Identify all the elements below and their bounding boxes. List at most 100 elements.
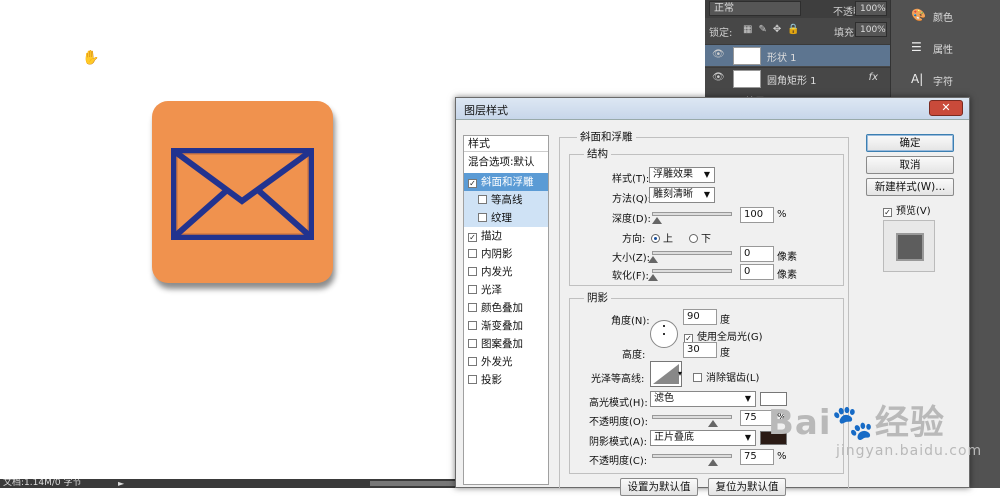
checkbox-icon[interactable]: [468, 267, 477, 276]
style-item-inner-shadow[interactable]: 内阴影: [464, 245, 548, 263]
fill-label: 填充:: [834, 28, 858, 39]
direction-down-radio[interactable]: 下: [689, 230, 711, 245]
checkbox-icon[interactable]: [468, 375, 477, 384]
blend-mode-select[interactable]: 正常: [709, 1, 801, 16]
status-bar: 文档:1.14M/0 字节 ►: [0, 479, 460, 488]
slider-knob[interactable]: [708, 420, 718, 427]
make-default-button[interactable]: 设置为默认值: [620, 478, 698, 496]
checkbox-icon[interactable]: [478, 195, 487, 204]
document-size-text: 文档:1.14M/0 字节: [3, 479, 82, 488]
style-item-inner-glow[interactable]: 内发光: [464, 263, 548, 281]
ok-button[interactable]: 确定: [866, 134, 954, 152]
highlight-mode-select[interactable]: 滤色 ▼: [650, 391, 756, 407]
style-item-label: 等高线: [491, 194, 523, 206]
style-item-drop-shadow[interactable]: 投影: [464, 371, 548, 389]
shadow-mode-select[interactable]: 正片叠底 ▼: [650, 430, 756, 446]
checkbox-icon[interactable]: ✓: [883, 208, 892, 217]
style-item-satin[interactable]: 光泽: [464, 281, 548, 299]
global-light-checkbox[interactable]: ✓ 使用全局光(G): [684, 328, 763, 343]
shadow-opacity-slider[interactable]: [652, 454, 732, 466]
fx-icon[interactable]: fx: [869, 72, 878, 83]
slider-knob[interactable]: [648, 274, 658, 281]
shadow-opacity-value: 75: [744, 451, 757, 462]
reset-default-button[interactable]: 复位为默认值: [708, 478, 786, 496]
style-item-label: 描边: [481, 230, 502, 242]
preview-checkbox[interactable]: ✓ 预览(V): [883, 202, 931, 217]
eye-icon[interactable]: 👁: [712, 49, 725, 60]
slider-knob[interactable]: [652, 217, 662, 224]
side-item-color[interactable]: 🎨 颜色: [891, 0, 1000, 30]
highlight-opacity-slider[interactable]: [652, 415, 732, 427]
altitude-input[interactable]: 30: [683, 342, 717, 358]
layer-thumbnail: [733, 47, 761, 65]
checkbox-icon[interactable]: [468, 249, 477, 258]
watermark-url: jingyan.baidu.com: [836, 443, 983, 459]
depth-slider[interactable]: [652, 212, 732, 224]
contour-dropdown-icon[interactable]: ▾: [678, 369, 682, 378]
gloss-contour-label: 光泽等高线:: [591, 374, 645, 385]
style-item-outer-glow[interactable]: 外发光: [464, 353, 548, 371]
checkbox-icon[interactable]: [468, 357, 477, 366]
checkbox-icon[interactable]: [693, 373, 702, 382]
style-item-label: 投影: [481, 374, 502, 386]
layer-row-rounded-rect[interactable]: 👁 圆角矩形 1 fx: [705, 67, 890, 89]
shadow-opacity-input[interactable]: 75: [740, 449, 774, 465]
size-slider[interactable]: [648, 251, 732, 263]
new-style-button[interactable]: 新建样式(W)...: [866, 178, 954, 196]
lock-icons[interactable]: ▦✎✥🔒: [743, 24, 806, 35]
radio-icon[interactable]: [651, 234, 660, 243]
radio-icon[interactable]: [689, 234, 698, 243]
cancel-button[interactable]: 取消: [866, 156, 954, 174]
checkbox-icon[interactable]: [468, 285, 477, 294]
layer-fill-input[interactable]: 100%: [855, 22, 887, 37]
style-item-gradient-overlay[interactable]: 渐变叠加: [464, 317, 548, 335]
side-item-label: 字符: [933, 77, 953, 88]
soften-slider[interactable]: [648, 269, 732, 281]
envelope-icon: [171, 148, 314, 240]
technique-value: 雕刻清晰: [653, 189, 693, 200]
depth-value: 100: [744, 209, 764, 220]
checkbox-icon[interactable]: ✓: [468, 179, 477, 188]
style-item-color-overlay[interactable]: 颜色叠加: [464, 299, 548, 317]
style-item-bevel[interactable]: ✓ 斜面和浮雕: [464, 173, 548, 191]
style-item-label: 斜面和浮雕: [481, 176, 534, 188]
technique-select[interactable]: 雕刻清晰 ▼: [649, 187, 715, 203]
slider-knob[interactable]: [648, 256, 658, 263]
checkbox-icon[interactable]: [478, 213, 487, 222]
anti-alias-checkbox[interactable]: 消除锯齿(L): [693, 369, 759, 384]
soften-label: 软化(F):: [612, 271, 649, 282]
style-item-stroke[interactable]: ✓ 描边: [464, 227, 548, 245]
size-input[interactable]: 0: [740, 246, 774, 262]
checkbox-icon[interactable]: [468, 339, 477, 348]
dialog-titlebar[interactable]: 图层样式 ✕: [456, 98, 969, 120]
slider-knob[interactable]: [708, 459, 718, 466]
styles-header[interactable]: 样式: [464, 136, 548, 152]
direction-up-radio[interactable]: 上: [651, 230, 673, 245]
eye-icon[interactable]: 👁: [712, 72, 725, 83]
shadow-opacity-label: 不透明度(C):: [589, 456, 648, 467]
contour-curve-icon: [653, 364, 679, 384]
depth-input[interactable]: 100: [740, 207, 774, 223]
angle-dial[interactable]: [650, 320, 678, 348]
layer-row-shape[interactable]: 👁 浮雕效果 形状 1: [705, 44, 890, 66]
layer-opacity-input[interactable]: 100%: [855, 1, 887, 16]
style-item-texture[interactable]: 纹理: [464, 209, 548, 227]
blend-options-item[interactable]: 混合选项:默认: [464, 153, 548, 171]
side-item-character[interactable]: A| 字符: [891, 64, 1000, 94]
angle-input[interactable]: 90: [683, 309, 717, 325]
highlight-opacity-value: 75: [744, 412, 757, 423]
size-value: 0: [744, 248, 751, 259]
bevel-style-select[interactable]: 浮雕效果 ▼: [649, 167, 715, 183]
status-arrow-icon[interactable]: ►: [118, 479, 124, 488]
style-item-pattern-overlay[interactable]: 图案叠加: [464, 335, 548, 353]
horizontal-scrollbar[interactable]: [370, 481, 460, 486]
checkbox-icon[interactable]: [468, 321, 477, 330]
checkbox-icon[interactable]: ✓: [468, 233, 477, 242]
style-item-label: 内阴影: [481, 248, 513, 260]
checkbox-icon[interactable]: [468, 303, 477, 312]
paw-icon: 🐾: [831, 403, 875, 443]
side-item-properties[interactable]: ☰ 属性: [891, 32, 1000, 62]
style-item-contour[interactable]: 等高线: [464, 191, 548, 209]
close-button[interactable]: ✕: [929, 100, 963, 116]
soften-input[interactable]: 0: [740, 264, 774, 280]
